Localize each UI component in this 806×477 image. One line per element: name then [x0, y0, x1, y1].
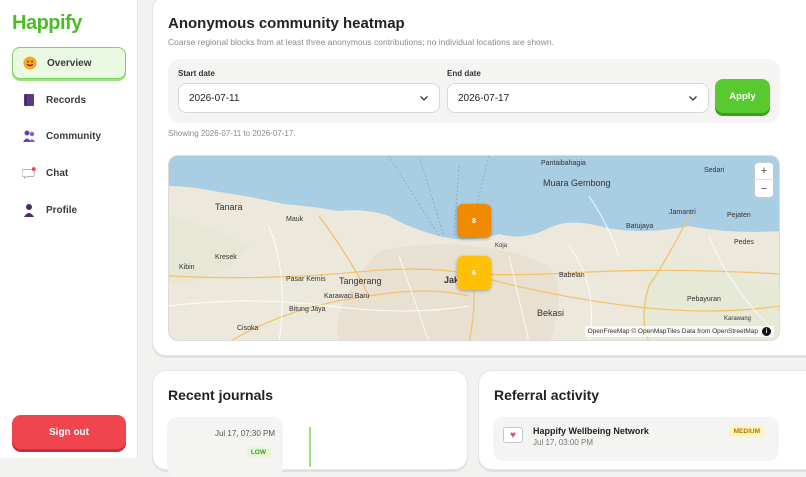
map-place-label: Babelan: [559, 272, 585, 279]
person-icon: [22, 203, 36, 217]
map-place-label: Pedes: [734, 239, 754, 246]
recent-journals-card: Recent journals Jul 17, 07:30 PM LOW: [152, 370, 468, 477]
referrals-title: Referral activity: [494, 387, 600, 403]
sidebar-item-profile[interactable]: Profile: [12, 194, 126, 226]
map-place-label: Cisoka: [237, 325, 259, 332]
community-people-icon: [22, 129, 36, 143]
chevron-down-icon: [420, 96, 428, 101]
map-place-label: Bekasi: [537, 308, 565, 318]
referral-activity-card: Referral activity ♥ Happify Wellbeing Ne…: [478, 370, 806, 470]
map-place-label: Tangerang: [339, 276, 382, 286]
map-place-label: Bitung Jaya: [289, 306, 326, 313]
smiley-icon: [23, 56, 37, 70]
chat-bubble-icon: [22, 166, 36, 180]
heatmap-subtitle: Coarse regional blocks from at least thr…: [168, 37, 555, 47]
info-icon[interactable]: i: [762, 327, 771, 336]
sidebar-item-label: Community: [46, 130, 101, 142]
heatmap-card: Anonymous community heatmap Coarse regio…: [152, 0, 806, 356]
referral-date: Jul 17, 03:00 PM: [533, 438, 594, 447]
map-place-label: Muara Gembong: [543, 178, 611, 188]
date-filter-panel: Start date 2026-07-11 End date 2026-07-1…: [168, 59, 780, 123]
date-range-status: Showing 2026-07-11 to 2026-07-17.: [168, 129, 296, 138]
apply-button[interactable]: Apply: [715, 79, 770, 113]
map-place-label: Pebayuran: [687, 296, 721, 303]
journal-book-icon: [22, 93, 36, 107]
end-date-label: End date: [447, 69, 481, 78]
map-place-label: Pasar Kemis: [286, 276, 326, 283]
sign-out-button[interactable]: Sign out: [12, 415, 126, 449]
end-date-value: 2026-07-17: [458, 92, 510, 104]
map-place-label: Karawang: [724, 316, 752, 322]
map-place-label: Karawaci Baru: [324, 293, 370, 300]
end-date-select[interactable]: 2026-07-17: [447, 83, 709, 113]
referral-name: Happify Wellbeing Network: [533, 426, 649, 436]
map-zoom-control: + −: [754, 162, 774, 198]
brand-logo: Happify: [12, 12, 82, 34]
start-date-select[interactable]: 2026-07-11: [178, 83, 440, 113]
sidebar-item-overview[interactable]: Overview: [12, 47, 126, 79]
map-place-label: Jamantri: [669, 209, 696, 216]
timeline-bar: [309, 427, 311, 467]
map-place-label: Pejaten: [727, 212, 751, 219]
start-date-value: 2026-07-11: [189, 92, 240, 104]
heatmap-block[interactable]: 8: [457, 204, 491, 238]
heatmap-block[interactable]: 6: [457, 256, 491, 290]
heart-card-icon: ♥: [503, 427, 523, 443]
map-place-label: Sedari: [704, 167, 725, 174]
journals-title: Recent journals: [168, 387, 274, 403]
sidebar-item-label: Records: [46, 94, 87, 106]
zoom-in-button[interactable]: +: [755, 163, 773, 180]
urgency-badge: MEDIUM: [728, 426, 765, 437]
sidebar-item-records[interactable]: Records: [12, 84, 126, 116]
referral-item[interactable]: ♥ Happify Wellbeing Network Jul 17, 03:0…: [493, 417, 779, 461]
sidebar-item-label: Profile: [46, 204, 78, 216]
sidebar: Happify Overview Records Community Chat …: [0, 0, 138, 458]
heatmap-map[interactable]: Pantaibahagia Sedari Muara Gembong Tanar…: [168, 155, 780, 341]
sidebar-item-community[interactable]: Community: [12, 120, 126, 152]
attribution-text[interactable]: OpenFreeMap © OpenMapTiles Data from Ope…: [588, 328, 758, 335]
sidebar-item-chat[interactable]: Chat: [12, 157, 126, 189]
map-place-label: Kibin: [179, 264, 195, 271]
sidebar-item-label: Overview: [47, 57, 92, 69]
sidebar-item-label: Chat: [46, 167, 69, 179]
chevron-down-icon: [689, 96, 697, 101]
zoom-out-button[interactable]: −: [755, 180, 773, 197]
start-date-label: Start date: [178, 69, 215, 78]
map-place-label: Pantaibahagia: [541, 160, 586, 167]
journal-item[interactable]: Jul 17, 07:30 PM LOW: [167, 417, 283, 477]
map-place-label: Mauk: [286, 216, 304, 223]
mood-level-badge: LOW: [245, 447, 271, 458]
heatmap-title: Anonymous community heatmap: [168, 15, 405, 32]
journal-date: Jul 17, 07:30 PM: [214, 429, 275, 438]
map-place-label: Kresek: [215, 254, 237, 261]
map-place-label: Tanara: [215, 202, 243, 212]
map-tiles: [169, 156, 779, 340]
map-attribution: OpenFreeMap © OpenMapTiles Data from Ope…: [584, 326, 774, 337]
map-place-label: Batujaya: [626, 223, 654, 230]
map-place-label: Koja: [495, 243, 508, 249]
